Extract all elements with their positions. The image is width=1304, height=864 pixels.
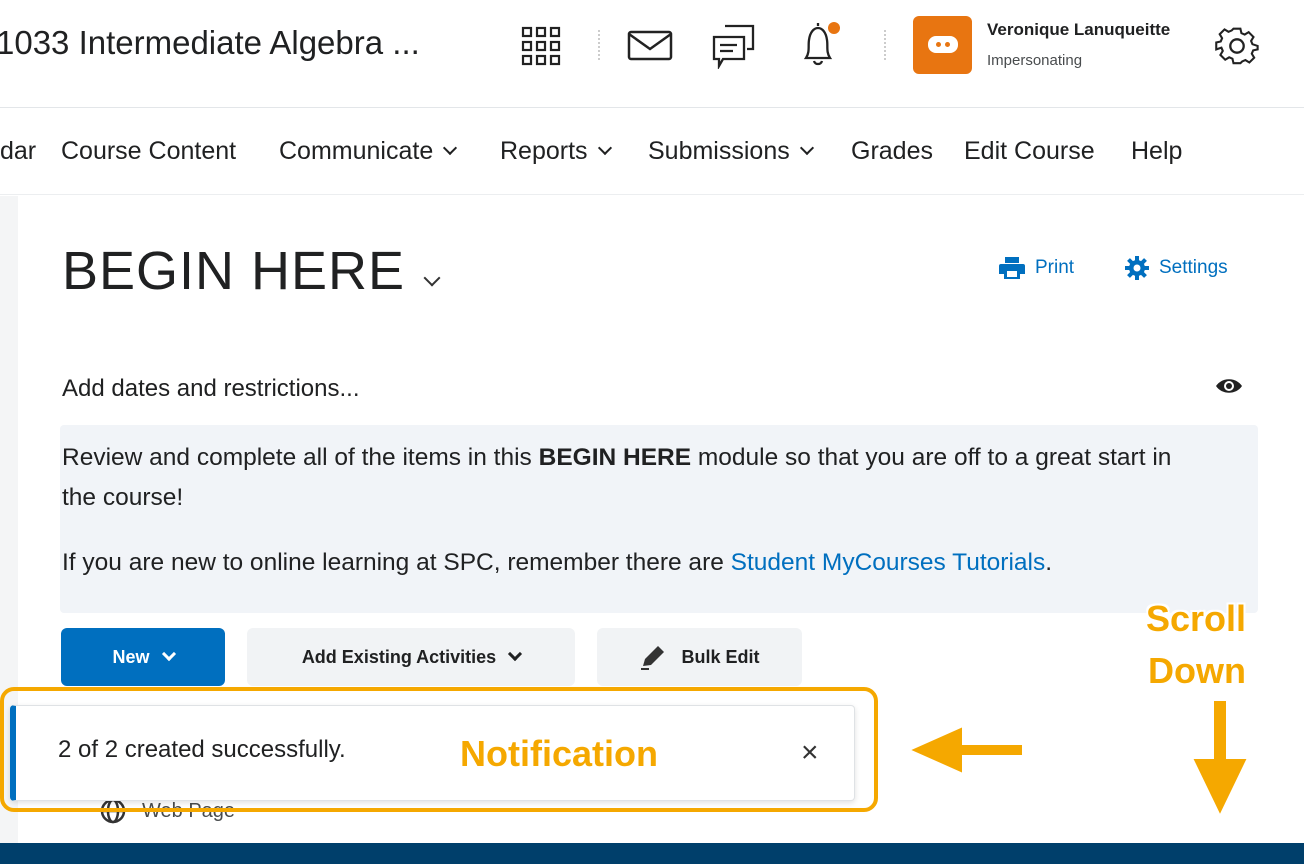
mail-icon[interactable] [627,30,673,62]
pencil-icon [641,646,665,670]
add-dates-restrictions-link[interactable]: Add dates and restrictions... [62,375,360,403]
chat-icon[interactable] [711,23,757,69]
course-title[interactable]: 1033 Intermediate Algebra ... [0,24,420,62]
print-button[interactable]: Print [999,256,1074,280]
chevron-down-icon [161,646,176,662]
description-paragraph: Review and complete all of the items in … [62,444,1172,511]
nav-item-communicate[interactable]: Communicate [279,137,458,166]
footer-bar [0,843,1304,864]
eye-visibility-icon[interactable] [1215,376,1243,396]
printer-icon [999,257,1025,279]
annotation-highlight-box [0,687,878,812]
user-role: Impersonating [987,52,1083,69]
new-button[interactable]: New [61,628,225,686]
module-title: BEGIN HERE [62,241,406,301]
bulk-edit-button[interactable]: Bulk Edit [597,628,802,686]
nav-item-reports[interactable]: Reports [500,137,612,166]
nav-item-edit-course[interactable]: Edit Course [964,137,1095,166]
add-existing-activities-button[interactable]: Add Existing Activities [247,628,575,686]
description-paragraph: If you are new to online learning at SPC… [62,549,1053,576]
user-name[interactable]: Veronique Lanuqueitte [987,20,1170,40]
annotation-notification-label: Notification [460,733,658,774]
top-header: 1033 Intermediate Algebra ... Veronique … [0,0,1304,108]
annotation-scroll-label: Scroll [1146,598,1247,639]
nav-item-help[interactable]: Help [1131,137,1182,166]
chevron-down-icon[interactable] [423,269,441,287]
arrow-down-icon [1190,699,1250,819]
tutorials-link[interactable]: Student MyCourses Tutorials [731,549,1046,576]
nav-item-submissions[interactable]: Submissions [648,137,814,166]
nav-item-calendar[interactable]: dar [0,137,36,166]
arrow-left-icon [906,724,1024,776]
course-navbar: dar Course Content Communicate Reports S… [0,109,1304,195]
nav-item-course-content[interactable]: Course Content [61,137,236,166]
waffle-menu-icon[interactable] [521,26,563,66]
bell-icon[interactable] [798,20,844,68]
impersonation-mask-icon [928,36,958,53]
divider [598,30,600,60]
chevron-down-icon [597,140,612,156]
settings-button[interactable]: Settings [1125,256,1228,280]
avatar[interactable] [913,16,972,74]
divider [884,30,886,60]
chevron-down-icon [508,646,523,662]
nav-item-grades[interactable]: Grades [851,137,933,166]
chevron-down-icon [799,140,814,156]
gear-icon [1125,256,1149,280]
annotation-down-label: Down [1148,650,1246,691]
gear-icon[interactable] [1214,23,1260,69]
chevron-down-icon [443,140,458,156]
